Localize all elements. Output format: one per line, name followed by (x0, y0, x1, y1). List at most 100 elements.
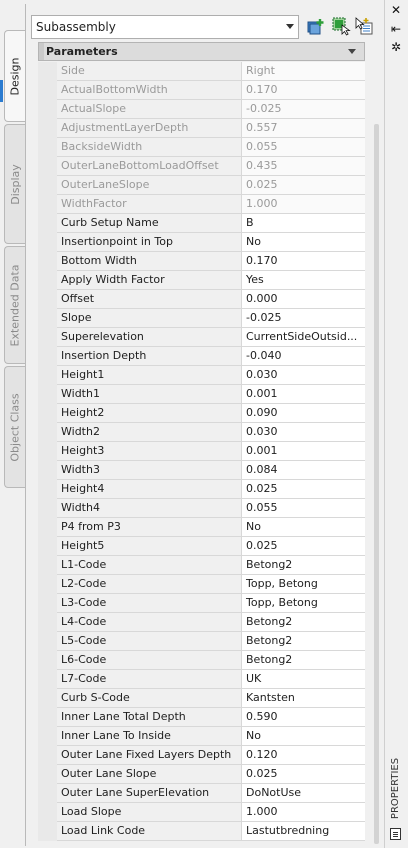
property-row[interactable]: Insertion Depth -0.040 (38, 347, 365, 366)
property-value[interactable]: Lastutbredning (242, 822, 365, 841)
property-row[interactable]: Height1 0.030 (38, 366, 365, 385)
property-value[interactable]: 0.001 (242, 385, 365, 404)
property-row[interactable]: Bottom Width 0.170 (38, 252, 365, 271)
property-row[interactable]: OuterLaneBottomLoadOffset 0.435 (38, 157, 365, 176)
quick-select-icon[interactable] (306, 16, 326, 36)
property-value[interactable]: 0.120 (242, 746, 365, 765)
property-row[interactable]: Apply Width Factor Yes (38, 271, 365, 290)
property-row[interactable]: P4 from P3 No (38, 518, 365, 537)
property-row[interactable]: Height4 0.025 (38, 480, 365, 499)
property-row[interactable]: L3-Code Topp, Betong (38, 594, 365, 613)
property-row[interactable]: Offset 0.000 (38, 290, 365, 309)
property-row[interactable]: Outer Lane Slope 0.025 (38, 765, 365, 784)
close-icon[interactable]: ✕ (388, 2, 404, 18)
property-row[interactable]: Width2 0.030 (38, 423, 365, 442)
property-value[interactable]: Topp, Betong (242, 575, 365, 594)
property-row[interactable]: AdjustmentLayerDepth 0.557 (38, 119, 365, 138)
property-value[interactable]: 0.025 (242, 480, 365, 499)
property-value[interactable]: Betong2 (242, 632, 365, 651)
section-collapse-icon[interactable] (348, 49, 356, 54)
property-row[interactable]: BacksideWidth 0.055 (38, 138, 365, 157)
property-value[interactable]: 0.001 (242, 442, 365, 461)
property-row[interactable]: WidthFactor 1.000 (38, 195, 365, 214)
property-row[interactable]: L4-Code Betong2 (38, 613, 365, 632)
property-value[interactable]: -0.040 (242, 347, 365, 366)
property-row[interactable]: Side Right (38, 62, 365, 81)
property-value[interactable]: 0.090 (242, 404, 365, 423)
property-row[interactable]: OuterLaneSlope 0.025 (38, 176, 365, 195)
property-name: Load Slope (57, 803, 242, 822)
property-row[interactable]: Outer Lane SuperElevation DoNotUse (38, 784, 365, 803)
property-value[interactable]: 0.084 (242, 461, 365, 480)
property-row[interactable]: L1-Code Betong2 (38, 556, 365, 575)
property-value[interactable]: Betong2 (242, 556, 365, 575)
property-row[interactable]: Slope -0.025 (38, 309, 365, 328)
property-row[interactable]: Outer Lane Fixed Layers Depth 0.120 (38, 746, 365, 765)
tab-object-class[interactable]: Object Class (4, 366, 25, 488)
property-row[interactable]: Inner Lane Total Depth 0.590 (38, 708, 365, 727)
property-row[interactable]: Insertionpoint in Top No (38, 233, 365, 252)
property-row[interactable]: Curb S-Code Kantsten (38, 689, 365, 708)
tab-display[interactable]: Display (4, 124, 25, 244)
property-name: Height2 (57, 404, 242, 423)
property-value[interactable]: 0.030 (242, 423, 365, 442)
property-value[interactable]: 0.030 (242, 366, 365, 385)
tab-extended-data[interactable]: Extended Data (4, 246, 25, 364)
property-value[interactable]: UK (242, 670, 365, 689)
palette-title: PROPERTIES (387, 756, 405, 820)
property-row[interactable]: Width3 0.084 (38, 461, 365, 480)
property-value[interactable]: B (242, 214, 365, 233)
section-parameters[interactable]: Parameters (38, 42, 365, 61)
property-value[interactable]: Yes (242, 271, 365, 290)
property-value[interactable]: -0.025 (242, 309, 365, 328)
row-gutter (38, 100, 57, 119)
property-value[interactable]: No (242, 518, 365, 537)
property-row[interactable]: Height3 0.001 (38, 442, 365, 461)
property-row[interactable]: Superelevation CurrentSideOutsid... (38, 328, 365, 347)
property-name: Width4 (57, 499, 242, 518)
property-value[interactable]: 0.000 (242, 290, 365, 309)
pickadd-toggle-icon[interactable] (354, 16, 374, 36)
select-objects-icon[interactable] (331, 16, 351, 36)
property-value[interactable]: 0.055 (242, 499, 365, 518)
property-value[interactable]: Kantsten (242, 689, 365, 708)
vertical-scrollbar[interactable] (374, 124, 379, 844)
property-row[interactable]: L2-Code Topp, Betong (38, 575, 365, 594)
property-value[interactable]: 1.000 (242, 803, 365, 822)
property-row[interactable]: Load Link Code Lastutbredning (38, 822, 365, 841)
row-gutter (38, 822, 57, 841)
property-row[interactable]: Height5 0.025 (38, 537, 365, 556)
property-row[interactable]: Curb Setup Name B (38, 214, 365, 233)
chevron-down-icon[interactable] (286, 24, 294, 29)
property-value[interactable]: CurrentSideOutsid... (242, 328, 365, 347)
property-row[interactable]: L6-Code Betong2 (38, 651, 365, 670)
property-value[interactable]: 0.590 (242, 708, 365, 727)
property-value[interactable]: 0.170 (242, 252, 365, 271)
property-row[interactable]: ActualSlope -0.025 (38, 100, 365, 119)
property-value[interactable]: Betong2 (242, 651, 365, 670)
property-row[interactable]: Inner Lane To Inside No (38, 727, 365, 746)
property-value[interactable]: DoNotUse (242, 784, 365, 803)
property-value[interactable]: 0.025 (242, 537, 365, 556)
property-name: Insertion Depth (57, 347, 242, 366)
object-type-dropdown[interactable]: Subassembly (31, 15, 299, 39)
property-value[interactable]: Betong2 (242, 613, 365, 632)
property-name: OuterLaneSlope (57, 176, 242, 195)
property-value[interactable]: Topp, Betong (242, 594, 365, 613)
property-row[interactable]: Height2 0.090 (38, 404, 365, 423)
property-value[interactable]: 0.025 (242, 765, 365, 784)
property-row[interactable]: Width1 0.001 (38, 385, 365, 404)
auto-hide-icon[interactable]: ⇤ (388, 21, 404, 37)
property-row[interactable]: L7-Code UK (38, 670, 365, 689)
property-row[interactable]: L5-Code Betong2 (38, 632, 365, 651)
property-value[interactable]: No (242, 233, 365, 252)
property-name: L2-Code (57, 575, 242, 594)
property-row[interactable]: Load Slope 1.000 (38, 803, 365, 822)
property-row[interactable]: Width4 0.055 (38, 499, 365, 518)
palette-settings-icon[interactable]: ✲ (388, 39, 404, 55)
property-row[interactable]: ActualBottomWidth 0.170 (38, 81, 365, 100)
tab-design[interactable]: Design (4, 30, 25, 122)
property-value[interactable]: No (242, 727, 365, 746)
palette-title-label: PROPERTIES (390, 757, 402, 819)
row-gutter (38, 252, 57, 271)
